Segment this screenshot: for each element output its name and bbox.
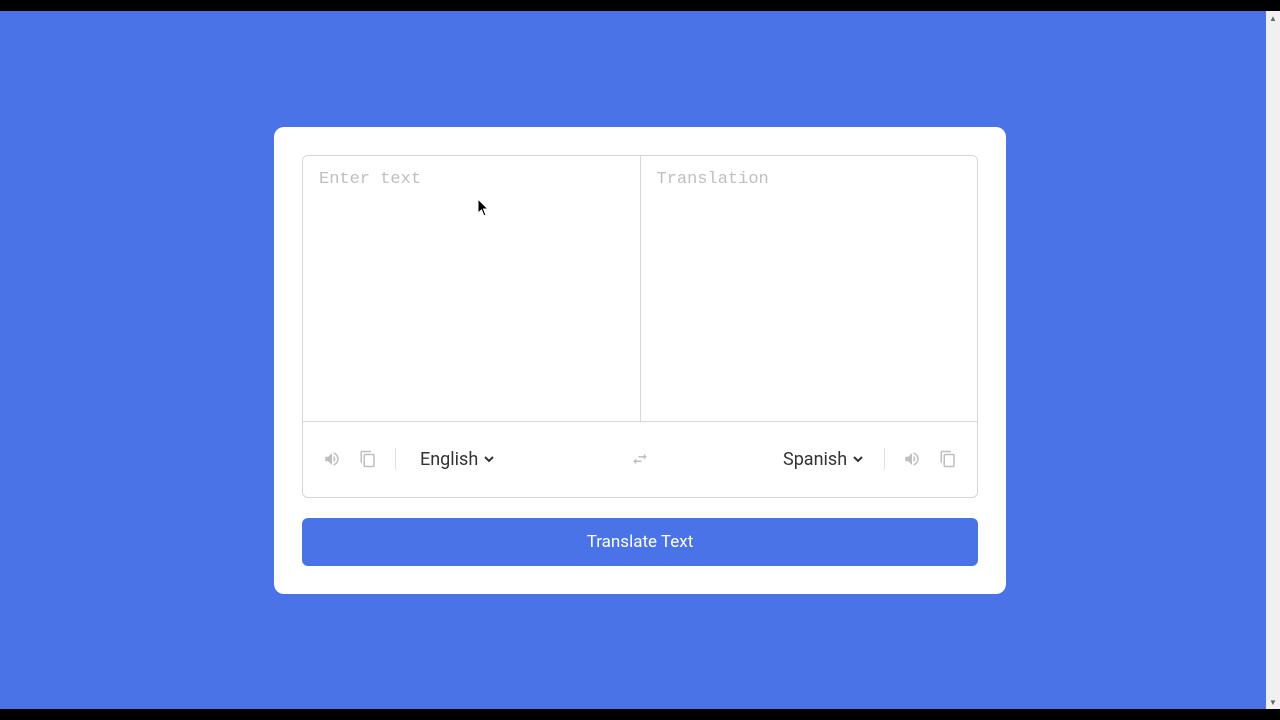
letterbox-bottom — [0, 709, 1280, 720]
controls-row: English Spanish — [303, 421, 977, 497]
source-language-select[interactable]: English — [414, 444, 497, 475]
scrollbar-up-icon[interactable]: ▲ — [1266, 11, 1280, 25]
scrollbar-track[interactable]: ▲ ▼ — [1266, 11, 1280, 709]
translate-button[interactable]: Translate Text — [302, 518, 978, 566]
divider — [884, 448, 885, 470]
swap-center — [620, 450, 660, 468]
viewport: ▲ ▼ English — [0, 11, 1280, 709]
copy-source-icon[interactable] — [359, 450, 377, 468]
target-language-select[interactable]: Spanish — [777, 444, 866, 475]
text-container: English Spanish — [302, 155, 978, 498]
speaker-source-icon[interactable] — [323, 450, 341, 468]
text-row — [303, 156, 977, 421]
speaker-target-icon[interactable] — [903, 450, 921, 468]
letterbox-top — [0, 0, 1280, 11]
controls-left: English — [323, 444, 620, 475]
divider — [395, 448, 396, 470]
copy-target-icon[interactable] — [939, 450, 957, 468]
source-text-input[interactable] — [303, 156, 640, 421]
translator-card: English Spanish — [274, 127, 1006, 594]
swap-languages-icon[interactable] — [631, 450, 649, 468]
translation-output[interactable] — [640, 156, 978, 421]
scrollbar-down-icon[interactable]: ▼ — [1266, 695, 1280, 709]
controls-right: Spanish — [660, 444, 957, 475]
